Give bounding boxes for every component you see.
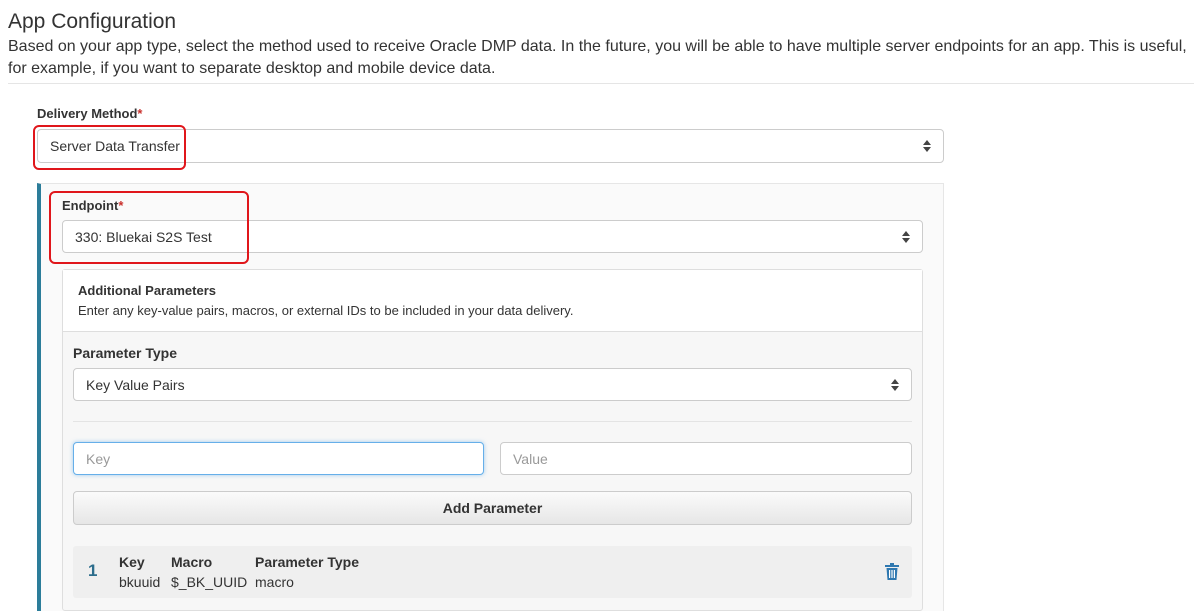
trash-icon[interactable]	[885, 563, 899, 580]
macro-value: $_BK_UUID	[171, 574, 248, 590]
additional-parameters-description: Enter any key-value pairs, macros, or ex…	[78, 303, 574, 318]
up-down-arrows-icon	[902, 230, 910, 243]
delivery-method-label-text: Delivery Method	[37, 106, 138, 121]
value-input[interactable]	[500, 442, 912, 475]
required-mark: *	[137, 106, 143, 121]
parameter-divider	[73, 421, 912, 422]
delivery-method-label: Delivery Method*	[37, 106, 142, 121]
parameter-type-value: Key Value Pairs	[86, 376, 185, 393]
key-header: Key	[119, 554, 145, 570]
macro-header: Macro	[171, 554, 213, 570]
parameter-type-label: Parameter Type	[73, 345, 178, 361]
macro-column: Macro $_BK_UUID	[171, 554, 247, 590]
add-parameter-button[interactable]: Add Parameter	[73, 491, 912, 525]
key-input[interactable]	[73, 442, 484, 475]
parameter-row: 1 Key bkuuid Macro $_BK_UUID Parameter T…	[73, 546, 912, 598]
additional-parameters-header: Additional Parameters Enter any key-valu…	[63, 270, 922, 332]
parameter-type-row-value: macro	[255, 574, 294, 590]
header-divider	[8, 83, 1194, 84]
up-down-arrows-icon	[923, 140, 931, 152]
parameter-type-header: Parameter Type	[255, 554, 360, 570]
key-column: Key bkuuid	[119, 554, 160, 590]
key-value: bkuuid	[119, 574, 161, 590]
parameter-type-select[interactable]: Key Value Pairs	[73, 368, 912, 401]
up-down-arrows-icon	[891, 378, 899, 391]
page-title: App Configuration	[8, 10, 177, 33]
additional-parameters-title: Additional Parameters	[78, 283, 216, 298]
page-description: Based on your app type, select the metho…	[8, 38, 1187, 77]
row-index: 1	[88, 561, 98, 580]
endpoint-highlight	[49, 191, 249, 264]
delivery-method-highlight	[33, 125, 186, 170]
parameter-type-column: Parameter Type macro	[255, 554, 359, 590]
